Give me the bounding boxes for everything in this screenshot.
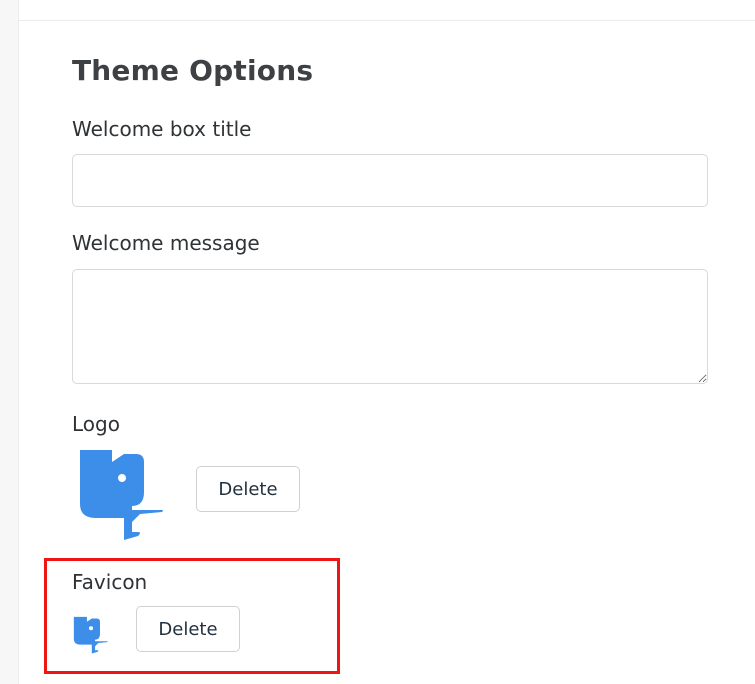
page-title: Theme Options: [72, 54, 314, 87]
left-sidebar-edge: [0, 0, 19, 684]
logo-label: Logo: [72, 412, 120, 436]
welcome-box-title-input[interactable]: [72, 154, 708, 207]
welcome-message-label: Welcome message: [72, 231, 260, 255]
favicon-highlight-box: [44, 558, 340, 674]
top-divider: [19, 20, 755, 21]
welcome-message-textarea[interactable]: [72, 269, 708, 384]
welcome-box-title-label: Welcome box title: [72, 117, 252, 141]
logo-delete-button[interactable]: Delete: [196, 466, 300, 512]
elephant-logo-icon: [80, 450, 163, 540]
